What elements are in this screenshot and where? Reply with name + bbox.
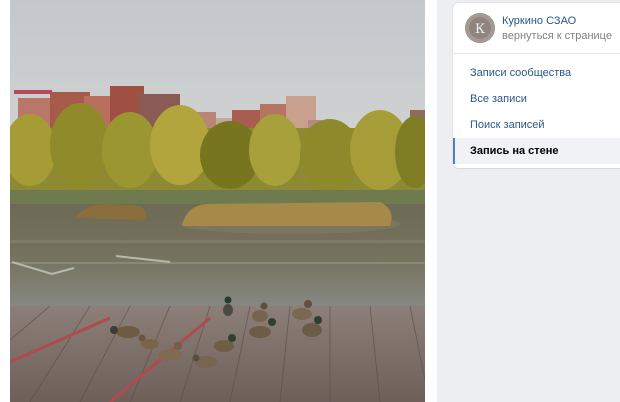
- community-name[interactable]: Куркино СЗАО: [502, 15, 576, 27]
- wall-post: [0, 0, 437, 402]
- side-panel: К Куркино СЗАО вернуться к странице Запи…: [453, 3, 620, 168]
- community-header[interactable]: К Куркино СЗАО вернуться к странице: [453, 3, 620, 54]
- svg-text:К: К: [475, 22, 485, 37]
- community-avatar[interactable]: К: [465, 13, 495, 43]
- menu-item-wall-post[interactable]: Запись на стене: [453, 138, 620, 164]
- post-photo[interactable]: [10, 0, 425, 402]
- menu-item-all-posts[interactable]: Все записи: [453, 86, 620, 112]
- wooden-deck: [10, 305, 425, 402]
- menu-item-community-posts[interactable]: Записи сообщества: [453, 60, 620, 86]
- menu-item-search-posts[interactable]: Поиск записей: [453, 112, 620, 138]
- wall-menu: Записи сообщества Все записи Поиск запис…: [453, 60, 620, 164]
- back-to-page-link[interactable]: вернуться к странице: [502, 30, 612, 42]
